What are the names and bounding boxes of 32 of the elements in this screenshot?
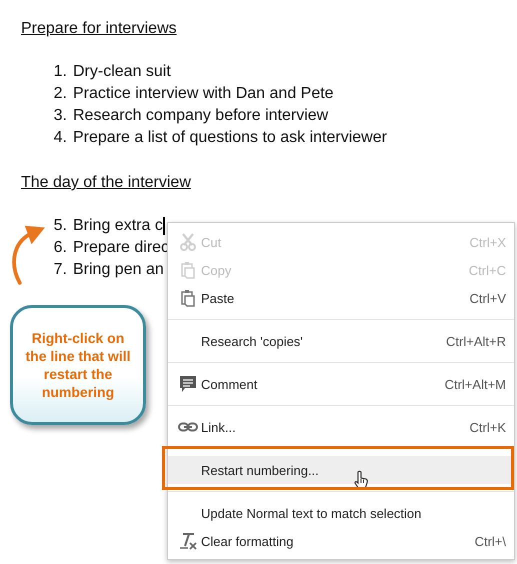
list-item-text: Prepare a list of questions to ask interviewer xyxy=(73,129,387,147)
link-icon xyxy=(178,422,198,432)
menu-item[interactable]: Restart numbering... xyxy=(168,456,514,484)
list-item-text: Dry-clean suit xyxy=(73,63,171,81)
comment-icon xyxy=(178,375,196,393)
list-number: 4. xyxy=(52,129,67,147)
menu-item[interactable]: Update Normal text to match selection xyxy=(168,499,514,527)
clipboard-icon xyxy=(180,261,194,279)
list-item-text: Prepare direc xyxy=(73,239,170,257)
menu-item[interactable]: Research 'copies' Ctrl+Alt+R xyxy=(168,327,514,355)
text-cursor xyxy=(162,217,165,235)
menu-item[interactable]: Paste Ctrl+V xyxy=(168,284,514,312)
list-item-text: Research company before interview xyxy=(73,107,328,125)
menu-item[interactable]: Clear formatting Ctrl+\ xyxy=(168,527,514,555)
list-item-text: Bring extra c xyxy=(73,217,163,235)
list-number: 5. xyxy=(52,217,67,235)
list-number: 3. xyxy=(52,107,67,125)
clear-formatting-icon xyxy=(178,532,196,550)
callout-text: Right-click on the line that will restart the numbering xyxy=(24,329,132,401)
clipboard-icon xyxy=(180,289,194,307)
hand-cursor-icon xyxy=(353,470,369,490)
list-number: 1. xyxy=(52,63,67,81)
menu-item[interactable]: Link... Ctrl+K xyxy=(168,413,514,441)
list-item-text: Bring pen an xyxy=(73,261,164,279)
section-heading: Prepare for interviews xyxy=(21,19,177,39)
list-number: 7. xyxy=(52,261,67,279)
list-item-text: Practice interview with Dan and Pete xyxy=(73,85,334,103)
menu-item[interactable]: Comment Ctrl+Alt+M xyxy=(168,370,514,398)
scissors-icon xyxy=(180,233,196,251)
section-heading: The day of the interview xyxy=(21,173,191,193)
list-number: 2. xyxy=(52,85,67,103)
list-number: 6. xyxy=(52,239,67,257)
